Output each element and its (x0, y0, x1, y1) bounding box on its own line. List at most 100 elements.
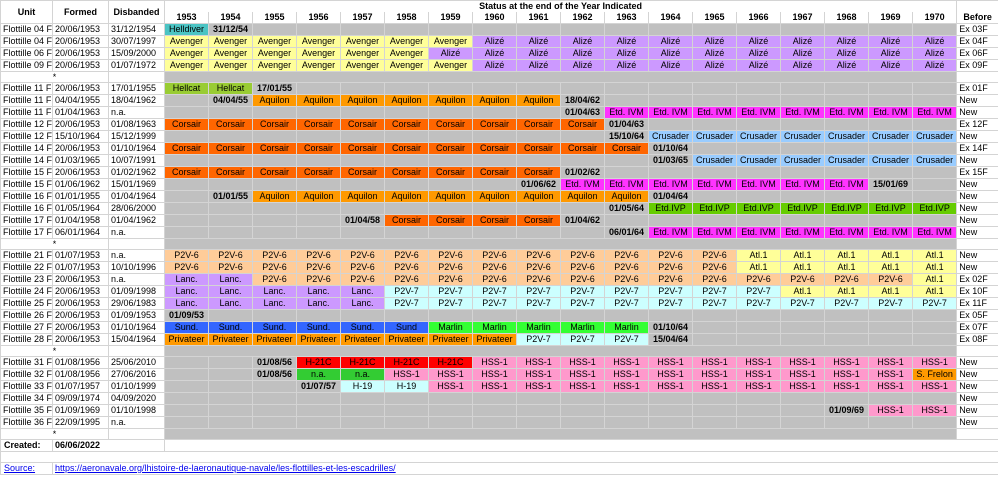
status-cell (252, 214, 297, 227)
source-label[interactable]: Source: (0, 462, 53, 475)
spreadsheet: Unit Formed Disbanded Status at the end … (0, 0, 998, 475)
header-year: 1961 (516, 12, 561, 24)
status-cell (824, 23, 869, 36)
status-cell: Etd. IVM (648, 226, 693, 239)
status-cell (560, 154, 605, 167)
status-cell: 01/07/57 (296, 380, 341, 393)
header-disbanded: Disbanded (108, 0, 165, 24)
status-cell: Etd.IVP (780, 202, 825, 215)
status-cell: P2V-6 (384, 261, 429, 274)
before-cell: New (956, 392, 998, 405)
status-cell: Privateer (164, 333, 209, 346)
disbanded-cell: 10/07/1991 (108, 154, 165, 167)
status-cell (692, 166, 737, 179)
status-cell (472, 392, 517, 405)
status-cell: Sund. (208, 321, 253, 334)
formed-cell: 20/06/1953 (52, 142, 109, 155)
formed-cell: 01/08/1956 (52, 356, 109, 369)
status-cell: P2V-7 (692, 285, 737, 298)
status-cell: 15/01/69 (868, 178, 913, 191)
status-cell: P2V-6 (296, 273, 341, 286)
unit-cell: Flottille 06 F (0, 47, 53, 60)
flotilla-table: Unit Formed Disbanded Status at the end … (0, 0, 998, 475)
header-year: 1955 (252, 12, 297, 24)
before-cell: Ex 04F (956, 35, 998, 48)
status-cell: Alizé (736, 59, 781, 72)
status-cell: Corsair (208, 166, 253, 179)
status-cell: Avenger (252, 59, 297, 72)
status-cell: P2V-6 (340, 261, 385, 274)
status-cell: Alizé (516, 47, 561, 60)
status-cell: Aquilon (384, 190, 429, 203)
status-cell (208, 356, 253, 369)
separator-fill (108, 238, 165, 250)
status-cell: HSS-1 (428, 368, 473, 381)
status-cell: P2V-6 (164, 249, 209, 262)
status-cell: H-21C (384, 356, 429, 369)
header-unit: Unit (0, 0, 53, 24)
status-cell (560, 23, 605, 36)
status-cell: Lanc. (164, 273, 209, 286)
header-year: 1960 (472, 12, 517, 24)
status-cell: Corsair (340, 142, 385, 155)
status-cell (428, 178, 473, 191)
status-cell: Lanc. (164, 297, 209, 310)
status-cell (692, 82, 737, 95)
status-cell: P2V-6 (692, 261, 737, 274)
disbanded-cell: 01/09/1953 (108, 309, 165, 322)
status-cell: Corsair (560, 118, 605, 131)
status-cell: P2V-6 (428, 249, 473, 262)
status-cell (428, 106, 473, 119)
status-cell: HSS-1 (560, 368, 605, 381)
status-cell: Aquilon (252, 190, 297, 203)
status-cell: Atl.1 (911, 273, 958, 286)
formed-cell: 20/06/1953 (52, 309, 109, 322)
before-cell: Ex 12F (956, 118, 998, 131)
status-cell: Avenger (384, 59, 429, 72)
status-cell: 18/04/62 (560, 94, 605, 107)
status-cell: HSS-1 (868, 368, 913, 381)
status-cell (384, 309, 429, 322)
status-cell: Atl.1 (868, 261, 913, 274)
header-year: 1957 (340, 12, 385, 24)
status-cell: 01/06/62 (516, 178, 561, 191)
status-cell (736, 214, 781, 227)
status-cell: Alizé (648, 35, 693, 48)
unit-cell: Flottille 24 F (0, 285, 53, 298)
source-link[interactable]: https://aeronavale.org/lhistoire-de-laer… (51, 462, 998, 475)
status-cell: P2V-6 (252, 249, 297, 262)
status-cell: Atl.1 (868, 249, 913, 262)
disbanded-cell: 01/10/1964 (108, 142, 165, 155)
status-cell (296, 202, 341, 215)
status-cell: Crusader (868, 154, 913, 167)
formed-cell: 06/01/1964 (52, 226, 109, 239)
status-cell: P2V-6 (648, 261, 693, 274)
unit-cell: Flottille 11 F (0, 82, 53, 95)
status-cell: Privateer (428, 333, 473, 346)
status-cell: Crusader (736, 130, 781, 143)
disbanded-cell: 01/08/1963 (108, 118, 165, 131)
status-cell (164, 356, 209, 369)
status-cell: P2V-6 (516, 273, 561, 286)
unit-cell: Flottille 33 F (0, 380, 53, 393)
status-cell: 01/09/53 (164, 309, 209, 322)
header-year: 1953 (164, 12, 209, 24)
status-cell: Etd. IVM (604, 106, 649, 119)
status-cell (780, 309, 825, 322)
status-cell (780, 166, 825, 179)
status-cell (516, 309, 561, 322)
status-cell (428, 392, 473, 405)
status-cell (208, 309, 253, 322)
header-before: Before (956, 0, 998, 24)
status-cell (472, 82, 517, 95)
status-cell: HSS-1 (911, 356, 958, 369)
status-cell (911, 321, 958, 334)
formed-cell: 01/09/1969 (52, 404, 109, 417)
disbanded-cell: 01/02/1962 (108, 166, 165, 179)
disbanded-cell: 31/12/1954 (108, 23, 165, 36)
status-cell (692, 309, 737, 322)
status-cell: Crusader (824, 154, 869, 167)
table-row: Flottille 15 F 20/06/1953 01/02/1962 Corsai… (0, 166, 998, 179)
before-cell: New (956, 404, 998, 417)
status-cell: P2V-7 (736, 285, 781, 298)
